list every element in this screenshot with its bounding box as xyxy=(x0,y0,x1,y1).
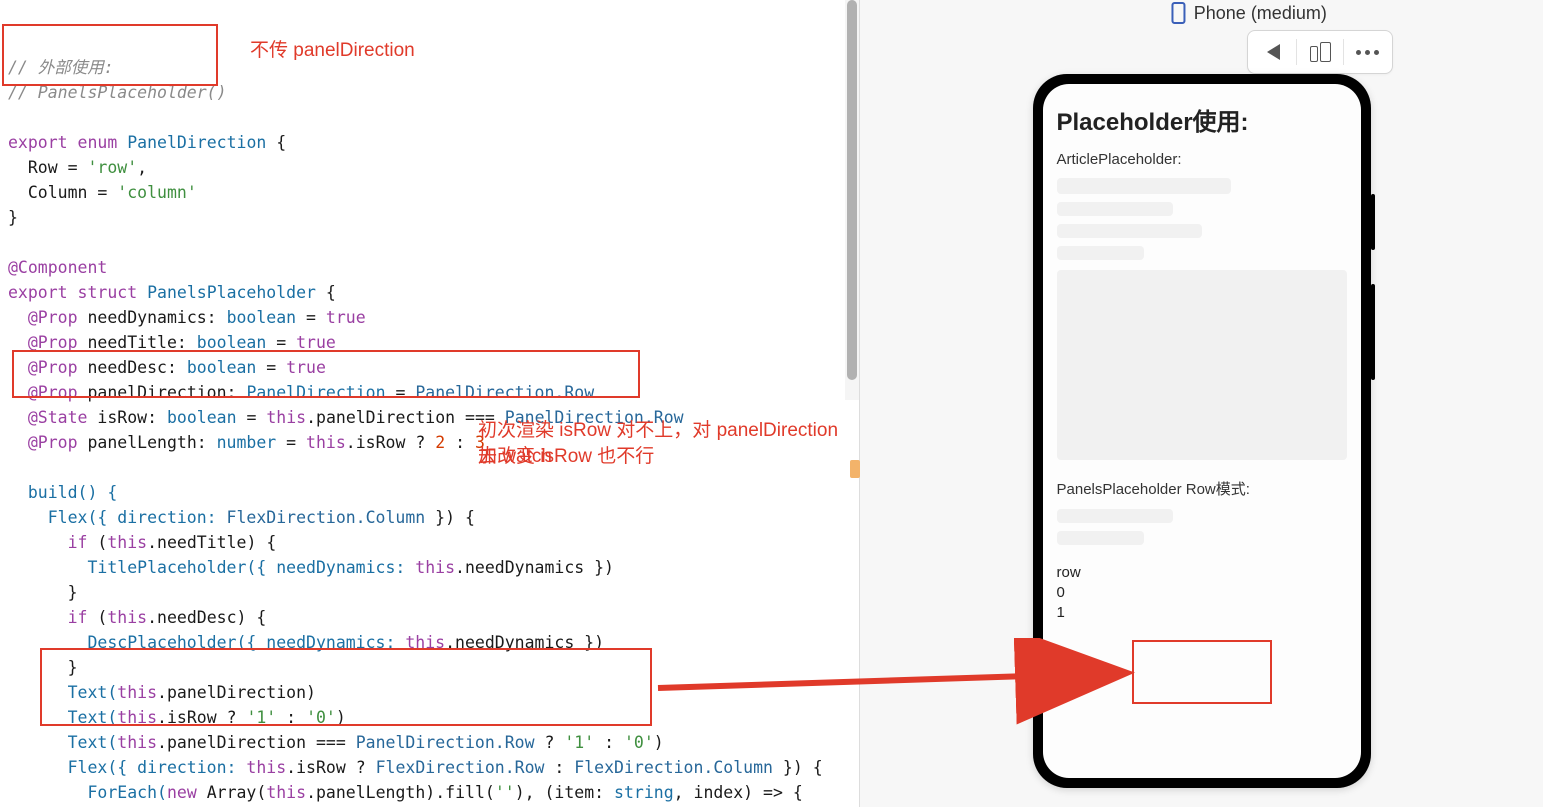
scrollbar-thumb[interactable] xyxy=(847,0,857,380)
skeleton-line xyxy=(1057,509,1173,523)
section-label: ArticlePlaceholder: xyxy=(1057,151,1347,168)
skeleton-line xyxy=(1057,202,1173,216)
toolbar-separator xyxy=(1296,39,1297,65)
preview-pane: Phone (medium) Placeholder使用: ArticlePla… xyxy=(860,0,1543,807)
code-editor-pane[interactable]: // 外部使用: // PanelsPlaceholder() export e… xyxy=(0,0,860,807)
code-comment: // PanelsPlaceholder() xyxy=(8,83,227,102)
phone-icon xyxy=(1172,2,1186,24)
output-isrow: 0 xyxy=(1057,583,1347,603)
skeleton-line xyxy=(1057,246,1144,260)
back-button[interactable] xyxy=(1252,35,1294,69)
device-icon xyxy=(1310,42,1331,62)
toolbar-separator xyxy=(1343,39,1344,65)
skeleton-line xyxy=(1057,224,1202,238)
section-label: PanelsPlaceholder Row模式: xyxy=(1057,478,1347,499)
triangle-left-icon xyxy=(1267,44,1280,60)
skeleton-block xyxy=(1057,270,1347,460)
code-comment: // 外部使用: xyxy=(8,58,114,77)
preview-title: Placeholder使用: xyxy=(1057,102,1347,137)
dots-icon xyxy=(1356,50,1379,55)
editor-scrollbar[interactable] xyxy=(845,0,859,400)
output-compare: 1 xyxy=(1057,603,1347,623)
phone-screen[interactable]: Placeholder使用: ArticlePlaceholder: Panel… xyxy=(1043,84,1361,778)
phone-side-button xyxy=(1371,284,1375,380)
skeleton-line xyxy=(1057,531,1144,545)
phone-side-button xyxy=(1371,194,1375,250)
preview-toolbar xyxy=(1247,30,1393,74)
device-label-text: Phone (medium) xyxy=(1194,3,1327,24)
device-label[interactable]: Phone (medium) xyxy=(1172,0,1327,24)
more-button[interactable] xyxy=(1346,35,1388,69)
code-block: // 外部使用: // PanelsPlaceholder() export e… xyxy=(0,0,859,807)
output-row: row xyxy=(1057,563,1347,583)
pane-resize-handle[interactable] xyxy=(850,460,860,478)
phone-frame: Placeholder使用: ArticlePlaceholder: Panel… xyxy=(1033,74,1371,788)
device-switch-button[interactable] xyxy=(1299,35,1341,69)
skeleton-line xyxy=(1057,178,1231,194)
